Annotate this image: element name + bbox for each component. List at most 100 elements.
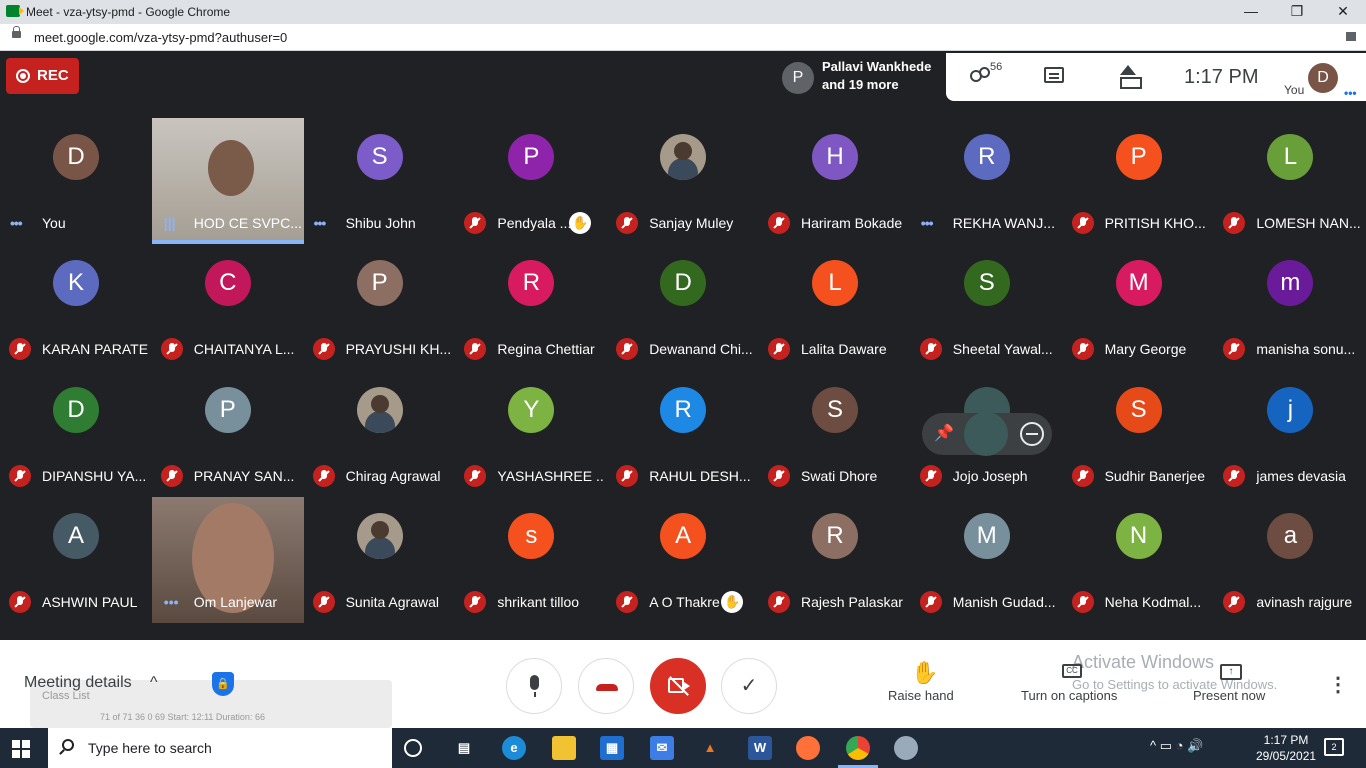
captions-button[interactable]: Turn on captions (1021, 688, 1117, 703)
taskbar-search[interactable]: Type here to search (48, 728, 392, 768)
tile-hover-controls[interactable]: 📌 (922, 412, 1052, 456)
cortana-icon[interactable] (404, 739, 422, 757)
participant-tile[interactable]: D ••• You (0, 118, 152, 244)
notifications-icon[interactable]: 2 (1324, 738, 1344, 756)
participant-tile[interactable]: M Mary George (1063, 244, 1215, 370)
participant-tile[interactable]: Sanjay Muley (607, 118, 759, 244)
leave-call-button[interactable] (578, 658, 634, 714)
participant-name: REKHA WANJ... (952, 215, 1055, 231)
participant-tile[interactable]: ••• Om Lanjewar (151, 497, 304, 624)
address-bar[interactable]: meet.google.com/vza-ytsy-pmd?authuser=0 (0, 24, 1366, 51)
mute-participant-button[interactable] (964, 412, 1008, 456)
participant-tile[interactable]: R Rajesh Palaskar (759, 497, 911, 623)
close-button[interactable]: ✕ (1320, 0, 1366, 24)
activity-dots-icon: ••• (313, 215, 327, 231)
mic-off-icon (1071, 338, 1094, 361)
participant-tile[interactable]: S Sheetal Yawal... (911, 244, 1063, 370)
participant-tile[interactable]: C CHAITANYA L... (152, 244, 304, 370)
remove-icon[interactable] (1020, 422, 1044, 446)
participant-tile[interactable]: Sunita Agrawal (304, 497, 456, 623)
start-button[interactable] (12, 740, 30, 758)
participant-tile[interactable]: Chirag Agrawal (304, 371, 456, 497)
participant-name: DIPANSHU YA... (42, 467, 147, 484)
participant-tile[interactable]: H Hariram Bokade (759, 118, 911, 244)
task-view-icon[interactable]: ▤ (452, 736, 476, 760)
participant-tile[interactable]: L LOMESH NAN... (1214, 118, 1366, 244)
self-avatar[interactable]: D (1308, 63, 1338, 93)
matlab-icon[interactable]: ▲ (698, 736, 722, 760)
participant-tile[interactable]: P PRITISH KHO... (1063, 118, 1215, 244)
participant-tile[interactable]: S Sudhir Banerjee (1063, 371, 1215, 497)
present-now-button[interactable]: Present now (1193, 688, 1265, 703)
participant-tile[interactable]: AA O Thakre ✋ (607, 497, 759, 623)
mic-off-icon (616, 464, 639, 487)
participant-avatar: H (812, 134, 858, 180)
url-text[interactable]: meet.google.com/vza-ytsy-pmd?authuser=0 (34, 30, 287, 45)
participant-tile[interactable]: P PRAYUSHI KH... (304, 244, 456, 370)
restore-button[interactable]: ❐ (1274, 0, 1320, 24)
participant-tile[interactable]: s shrikant tilloo (455, 497, 607, 623)
participant-avatar: C (204, 260, 251, 307)
lock-icon[interactable] (12, 26, 21, 38)
meeting-details-button[interactable]: Meeting details (24, 674, 132, 692)
participant-tile[interactable]: R RAHUL DESH... (607, 371, 759, 497)
captions-icon[interactable]: CC (1062, 664, 1082, 678)
mail-icon[interactable]: ✉ (650, 736, 674, 760)
shield-icon[interactable]: 🔒 (212, 672, 234, 696)
store-icon[interactable]: ▦ (600, 736, 624, 760)
firefox-icon[interactable] (796, 736, 820, 760)
participant-tile[interactable]: a avinash rajgure (1214, 497, 1366, 623)
participant-tile[interactable]: S Swati Dhore (759, 371, 911, 497)
participant-tile[interactable]: P PRANAY SAN... (152, 371, 304, 497)
participant-name: CHAITANYA L... (193, 341, 295, 358)
raise-hand-button[interactable]: Raise hand (888, 688, 954, 703)
participant-tile[interactable]: D Dewanand Chi... (607, 244, 759, 370)
people-button[interactable]: 56 (970, 61, 1002, 87)
participant-tile[interactable]: N Neha Kodmal... (1063, 497, 1215, 623)
chat-button[interactable] (1044, 65, 1068, 87)
camera-button[interactable] (650, 658, 706, 714)
participant-tile[interactable]: A ASHWIN PAUL (0, 497, 152, 623)
participant-tile[interactable]: P Pendyala ... ✋ (455, 118, 607, 244)
participant-avatar: S (1115, 386, 1162, 433)
mic-off-icon (464, 591, 487, 614)
file-explorer-icon[interactable] (552, 736, 576, 760)
activities-button[interactable] (1118, 65, 1142, 89)
chrome-icon[interactable] (838, 736, 878, 768)
microphone-button[interactable] (506, 658, 562, 714)
participant-tile[interactable]: ||| HOD CE SVPC... (151, 118, 304, 244)
pin-icon[interactable]: 📌 (932, 422, 956, 446)
participant-avatar: D (53, 386, 99, 433)
participant-tile[interactable]: M Manish Gudad... (911, 497, 1063, 623)
participant-tile[interactable]: j james devasia (1214, 371, 1366, 497)
participant-name: Swati Dhore (801, 467, 878, 484)
participant-tile[interactable]: L Lalita Daware (759, 244, 911, 370)
search-placeholder[interactable]: Type here to search (88, 740, 212, 756)
participant-tile[interactable]: m manisha sonu... (1214, 244, 1366, 370)
mic-off-icon (464, 338, 487, 361)
camera-blocked-icon[interactable] (1346, 32, 1356, 41)
check-button[interactable]: ✓ (721, 658, 777, 714)
hand-icon[interactable]: ✋ (911, 660, 938, 686)
edge-icon[interactable]: e (502, 736, 526, 760)
participant-name: manisha sonu... (1256, 341, 1356, 358)
more-options-icon[interactable]: ⋮ (1328, 672, 1348, 697)
participant-tile[interactable]: R ••• REKHA WANJ... (911, 118, 1063, 244)
word-icon[interactable]: W (748, 736, 772, 760)
participant-tile[interactable]: R Regina Chettiar (455, 244, 607, 370)
participant-tile[interactable]: Y YASHASHREE ... (455, 371, 607, 497)
participant-tile[interactable]: S ••• Shibu John (304, 118, 456, 244)
participant-tile[interactable]: D DIPANSHU YA... (0, 371, 152, 497)
taskbar-clock[interactable]: 1:17 PM 29/05/2021 (1256, 732, 1316, 764)
minimize-button[interactable]: — (1228, 0, 1274, 24)
participant-name: ASHWIN PAUL (42, 594, 138, 611)
participant-tile[interactable]: K KARAN PARATE (0, 244, 152, 370)
paint-icon[interactable] (894, 736, 918, 760)
present-icon[interactable]: ↑ (1220, 664, 1242, 680)
mic-off-icon (768, 591, 790, 614)
mic-off-icon (1223, 212, 1246, 234)
chevron-up-icon[interactable]: ^ (150, 674, 158, 692)
system-tray[interactable]: ^ ▭ ◔ 🔊 (1150, 738, 1203, 754)
participant-name: RAHUL DESH... (649, 467, 751, 484)
mic-off-icon (9, 591, 31, 614)
